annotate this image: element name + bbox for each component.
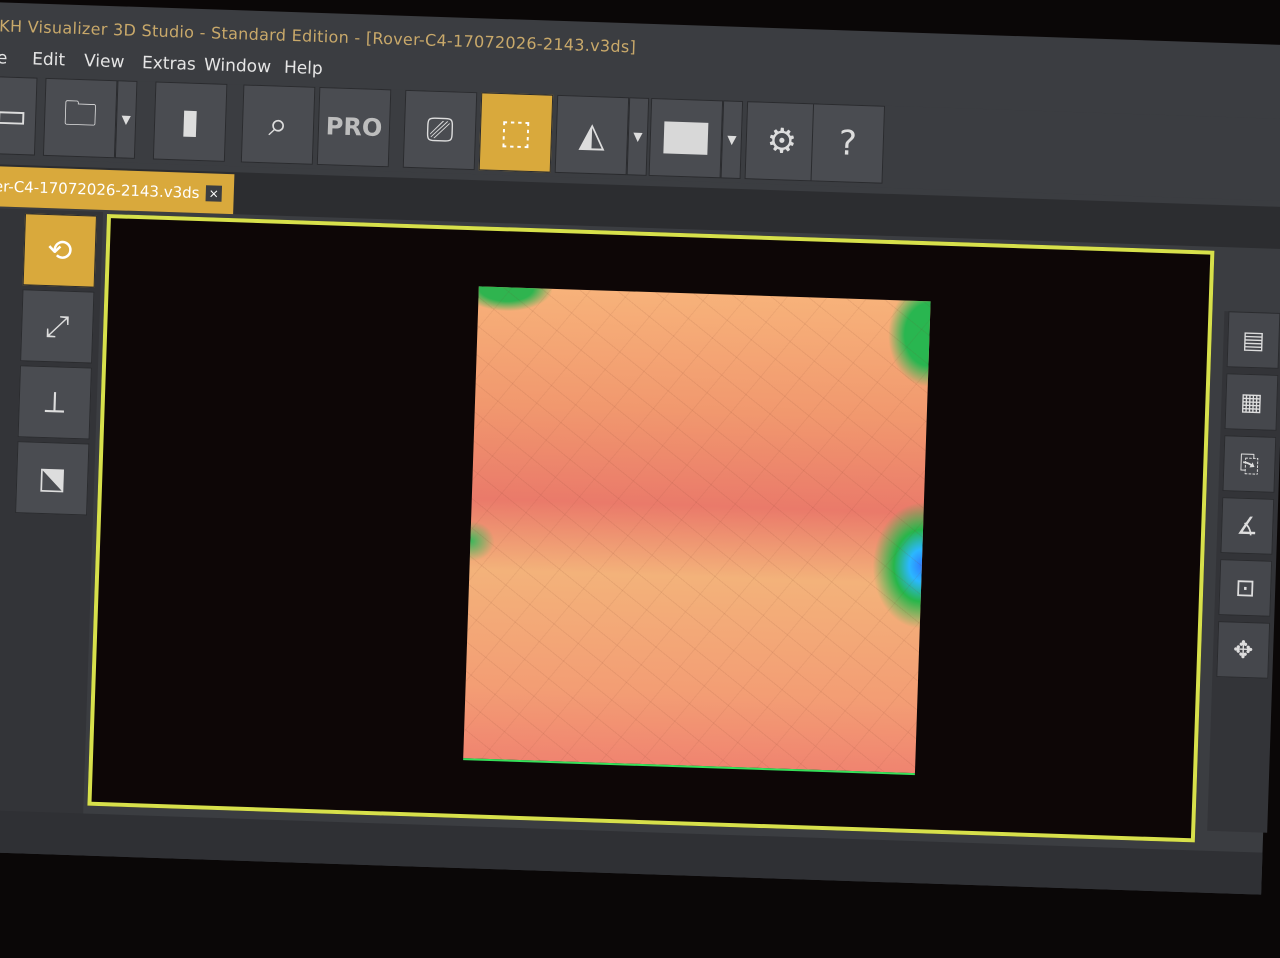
resize-icon: ⤢ [44, 308, 70, 345]
move-button[interactable]: ✥ [1216, 621, 1271, 679]
measure-angle-icon: ∡ [1236, 511, 1259, 541]
rotate-tool[interactable]: ⟲ [22, 213, 97, 288]
terrain-view-button[interactable]: ◭ [554, 94, 630, 176]
open-file-dropdown[interactable]: ▼ [114, 80, 138, 159]
close-icon[interactable]: × [205, 185, 223, 202]
color-palette-button[interactable] [648, 97, 724, 179]
3d-viewport[interactable] [87, 213, 1215, 843]
sd-card-icon: ▮ [180, 101, 201, 143]
display-settings-button[interactable]: ⊡ [1218, 559, 1273, 617]
help-button[interactable]: ? [810, 103, 886, 184]
application-window: KH Visualizer 3D Studio - Standard Editi… [0, 2, 1280, 895]
iso-view-tool[interactable]: ⬔ [15, 441, 90, 516]
measure-button[interactable]: ∡ [1220, 497, 1275, 555]
chevron-down-icon: ▼ [726, 132, 737, 147]
color-swatch-icon [663, 121, 709, 155]
3d-cube-view-icon: ⬚ [499, 111, 533, 154]
menu-file[interactable]: le [0, 48, 8, 68]
axis-iso-view-icon: ⬔ [37, 460, 67, 497]
folder-open-icon: 🗀 [62, 93, 99, 135]
chevron-down-icon: ▼ [121, 112, 132, 127]
menu-help[interactable]: Help [284, 58, 323, 79]
pro-badge-icon: PRO [325, 112, 383, 143]
left-tool-panel: ➤ ⟲ → ⤢ ◧ ⟂ ◨ ⬔ ◯ [0, 207, 104, 852]
terrain-view-dropdown[interactable]: ▼ [626, 97, 650, 176]
bookmark-icon: ⎘ [1239, 449, 1260, 479]
terrain-mesh-icon: ◭ [578, 114, 606, 156]
rotate-3d-icon: ⟲ [46, 232, 73, 269]
menu-edit[interactable]: Edit [32, 49, 66, 70]
report-search-icon: ⌕ [267, 104, 289, 145]
top-view-tool[interactable]: ⟂ [17, 365, 92, 440]
open-file-button[interactable]: 🗀 [42, 77, 118, 159]
axis-top-view-icon: ⟂ [44, 384, 66, 421]
screen-capture-button[interactable]: ⎚ [402, 89, 478, 171]
document-tab-label: er-C4-17072026-2143.v3ds [0, 177, 200, 203]
monitor-icon: ▭ [0, 95, 28, 137]
zoom-extents-tool[interactable]: ⤢ [20, 289, 95, 364]
gear-icon: ⚙ [765, 120, 798, 162]
surface-texture [463, 286, 931, 774]
height-map-render[interactable] [463, 286, 931, 776]
texture-overlay-button[interactable]: ▤ [1226, 311, 1280, 369]
move-arrows-icon: ✥ [1232, 635, 1254, 665]
menu-window[interactable]: Window [204, 55, 272, 77]
chevron-down-icon: ▼ [633, 129, 643, 144]
report-button[interactable]: ⌕ [240, 84, 316, 165]
right-tool-panel: ▤ ▦ ⎘ ∡ ⊡ ✥ [1207, 311, 1280, 833]
save-button[interactable]: ▮ [152, 81, 228, 162]
screen-capture-icon: ⎚ [425, 109, 455, 151]
monitor-settings-icon: ⊡ [1234, 573, 1256, 603]
bookmark-button[interactable]: ⎘ [1222, 435, 1277, 493]
pro-button[interactable]: PRO [316, 86, 392, 168]
document-tab[interactable]: er-C4-17072026-2143.v3ds × [0, 165, 235, 215]
3d-view-button[interactable]: ⬚ [478, 92, 554, 173]
grid-inspect-button[interactable]: ▦ [1224, 373, 1279, 431]
texture-icon: ▤ [1241, 325, 1266, 355]
monitor-button[interactable]: ▭ [0, 75, 38, 156]
help-icon: ? [838, 123, 858, 164]
grid-search-icon: ▦ [1239, 387, 1264, 417]
color-palette-dropdown[interactable]: ▼ [720, 100, 744, 179]
menu-extras[interactable]: Extras [142, 53, 196, 75]
settings-button[interactable]: ⚙ [744, 101, 820, 182]
menu-view[interactable]: View [84, 51, 125, 72]
